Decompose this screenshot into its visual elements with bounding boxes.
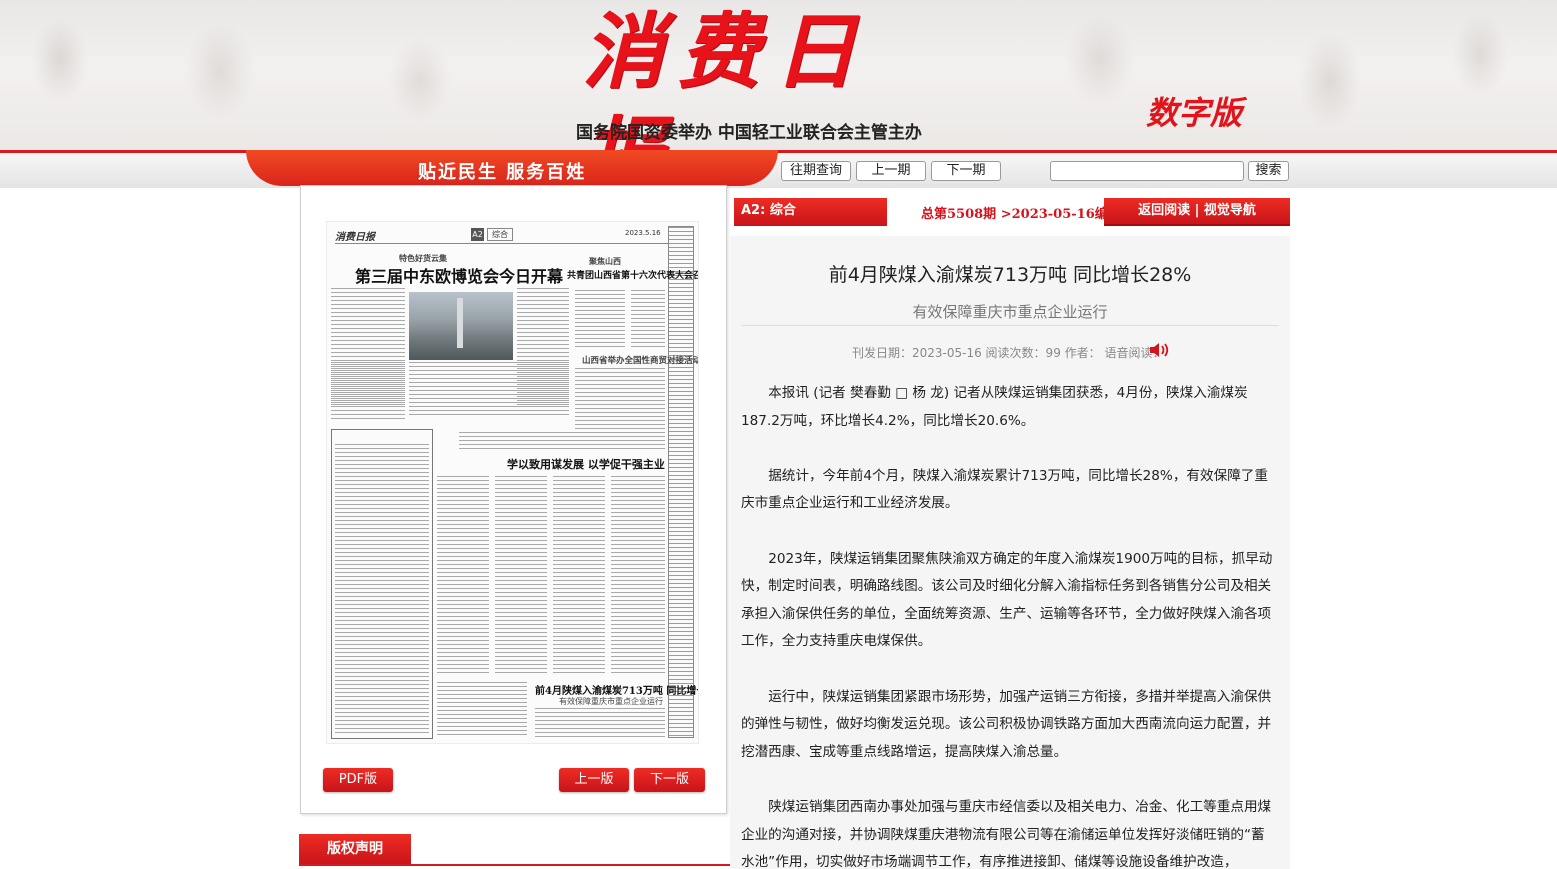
thumb-text-block bbox=[437, 682, 527, 738]
past-issues-button[interactable]: 往期查询 bbox=[781, 161, 851, 181]
prev-issue-button[interactable]: 上一期 bbox=[856, 161, 926, 181]
article-title: 前4月陕煤入渝煤炭713万吨 同比增长28% bbox=[828, 264, 1192, 286]
section-tab[interactable]: A2: 综合 bbox=[734, 198, 887, 226]
thumb-side-column bbox=[668, 226, 694, 738]
thumb-headline-main[interactable]: 第三届中东欧博览会今日开幕 bbox=[355, 263, 563, 287]
thumb-headline-right[interactable]: 共青团山西省第十六次代表大会召开 bbox=[567, 268, 698, 281]
thumb-text-block bbox=[553, 476, 605, 676]
speaker-icon[interactable] bbox=[1149, 342, 1171, 358]
thumb-logo: 消费日报 bbox=[335, 232, 375, 243]
prev-page-button[interactable]: 上一版 bbox=[559, 768, 629, 792]
search-button[interactable]: 搜索 bbox=[1248, 161, 1289, 181]
thumb-text-block bbox=[611, 476, 665, 676]
page-thumbnail[interactable]: 消费日报 A2 综合 2023.5.16 特色好货云集 第三届中东欧博览会今日开… bbox=[326, 221, 699, 744]
article-body: 本报讯 (记者 樊春勤 □ 杨 龙) 记者从陕煤运销集团获悉，4月份，陕煤入渝煤… bbox=[741, 380, 1276, 869]
issue-info: 总第5508期 >2023-05-16编印 bbox=[921, 207, 1121, 222]
search-input[interactable] bbox=[1050, 161, 1244, 181]
thumb-label-right: 聚焦山西 bbox=[589, 256, 621, 266]
thumb-text-block bbox=[459, 432, 665, 450]
pdf-button[interactable]: PDF版 bbox=[323, 768, 393, 792]
thumb-page-number: A2 bbox=[471, 228, 484, 241]
thumb-photo bbox=[409, 292, 513, 360]
article-meta: 刊发日期：2023-05-16 阅读次数：99 作者： 语音阅读： bbox=[852, 346, 1165, 360]
article-paragraph: 据统计，今年前4个月，陕煤入渝煤炭累计713万吨，同比增长28%，有效保障了重庆… bbox=[741, 467, 1268, 512]
thumb-text-block bbox=[495, 476, 547, 676]
thumb-subheadline-bottom: 有效保障重庆市重点企业运行 bbox=[559, 697, 663, 706]
nav-bar: 贴近民生 服务百姓 往期查询 上一期 下一期 搜索 bbox=[0, 150, 1557, 188]
digital-edition-label: 数字版 bbox=[1146, 94, 1243, 132]
thumb-text-block bbox=[409, 362, 569, 416]
article-paragraph: 陕煤运销集团西南办事处加强与重庆市经信委以及相关电力、冶金、化工等重点用煤企业的… bbox=[741, 798, 1272, 869]
thumb-text-block bbox=[631, 290, 665, 350]
thumb-headline-center[interactable]: 学以致用谋发展 以学促干强主业 bbox=[507, 456, 665, 472]
thumb-text-block bbox=[575, 368, 665, 432]
article-info-bar: A2: 综合 总第5508期 >2023-05-16编印 返回阅读 | 视觉导航 bbox=[734, 198, 1290, 226]
sponsor-line: 国务院国资委举办 中国轻工业联合会主管主办 bbox=[576, 123, 922, 143]
article-paragraph: 2023年，陕煤运销集团聚焦陕渝双方确定的年度入渝煤炭1900万吨的目标，抓早动… bbox=[741, 550, 1273, 650]
article-panel: 前4月陕煤入渝煤炭713万吨 同比增长28% 有效保障重庆市重点企业运行 刊发日… bbox=[730, 236, 1290, 869]
article-subtitle: 有效保障重庆市重点企业运行 bbox=[912, 303, 1108, 321]
article-paragraph: 本报讯 (记者 樊春勤 □ 杨 龙) 记者从陕煤运销集团获悉，4月份，陕煤入渝煤… bbox=[741, 385, 1248, 429]
page-root: 消费日报 国务院国资委举办 中国轻工业联合会主管主办 数字版 贴近民生 服务百姓… bbox=[0, 0, 1557, 869]
back-to-reading-button[interactable]: 返回阅读 | 视觉导航 bbox=[1104, 198, 1290, 226]
next-page-button[interactable]: 下一版 bbox=[634, 768, 705, 792]
thumb-headline-bottom[interactable]: 前4月陕煤入渝煤炭713万吨 同比增长28% bbox=[535, 682, 698, 697]
thumb-text-block bbox=[575, 290, 625, 350]
article-divider bbox=[741, 325, 1279, 326]
thumb-section: 综合 bbox=[487, 228, 513, 241]
page-preview-panel: 消费日报 A2 综合 2023.5.16 特色好货云集 第三届中东欧博览会今日开… bbox=[300, 185, 727, 814]
copyright-tab[interactable]: 版权声明 bbox=[299, 834, 411, 865]
thumb-headline-mid-right[interactable]: 山西省举办全国性商贸对接活动 bbox=[582, 354, 698, 366]
thumb-text-block bbox=[331, 362, 405, 422]
slogan-text: 贴近民生 服务百姓 bbox=[418, 162, 587, 183]
masthead: 消费日报 国务院国资委举办 中国轻工业联合会主管主办 数字版 bbox=[0, 0, 1557, 150]
article-paragraph: 运行中，陕煤运销集团紧跟市场形势，加强产运销三方衔接，多措并举提高入渝保供的弹性… bbox=[741, 688, 1272, 760]
next-issue-button[interactable]: 下一期 bbox=[931, 161, 1001, 181]
thumb-text-block bbox=[437, 476, 489, 676]
copyright-divider bbox=[299, 864, 735, 866]
thumb-text-block bbox=[535, 708, 665, 738]
thumb-header: 消费日报 A2 综合 2023.5.16 bbox=[335, 228, 691, 244]
newspaper-logo[interactable]: 消费日报 bbox=[582, 0, 962, 150]
thumb-date: 2023.5.16 bbox=[625, 229, 661, 237]
thumb-text-block bbox=[335, 444, 429, 734]
